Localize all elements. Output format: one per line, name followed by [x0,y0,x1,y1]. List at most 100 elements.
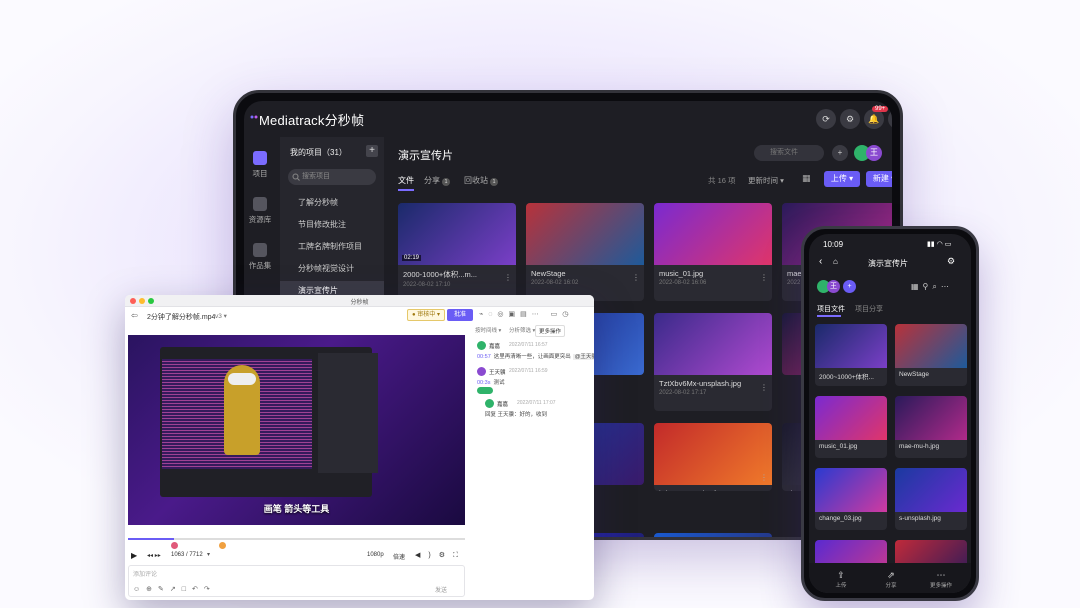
comment-marker[interactable] [171,542,178,549]
avatar [477,367,486,376]
phone-file-card[interactable]: 2000~1000+体积... [815,324,887,386]
status-label: 审核中 [417,312,436,318]
filter-analysis[interactable]: 分析筛选 ▾ [509,326,535,334]
comment-body[interactable]: 回复 王天骥：好的，收到 [485,410,547,418]
video-frame[interactable]: 画笔 箭头等工具 [128,335,465,525]
share-icon: ⇗ [887,570,895,580]
comment-text: 这里再清晰一些，让画面更突出 [493,354,571,360]
tab-label: 文件 [398,176,414,185]
phone-title: 演示宣传片 [868,259,908,268]
speed-select[interactable]: 倍速 [393,552,405,561]
more-icon[interactable]: ⋮ [760,273,768,282]
more-icon[interactable]: ⋮ [760,383,768,392]
status-dropdown[interactable]: ● 审核中 ▾ [407,309,445,321]
file-card[interactable]: music_01.jpg 2022-08-02 16:06 ⋮ [654,203,772,301]
new-button[interactable]: 新建 ▾ [866,171,892,187]
frame-step-icons[interactable]: ◂◂ ▸▸ [147,552,161,559]
file-card[interactable]: jr-korpa-5EedzUfBsA...2022-08-02 17:27⋮ [654,423,772,491]
phone-file-card[interactable]: change_03.jpg [815,468,887,530]
file-name: TztXbv6Mx-unsplash.jpg [659,379,742,388]
comment-body[interactable]: 00:3s 测试 [477,378,504,386]
play-icon[interactable]: ▶ [131,551,137,560]
project-search-input[interactable]: 搜索项目 [288,169,376,185]
file-thumbnail [895,396,967,440]
phone-tab-files[interactable]: 项目文件 [817,304,845,314]
file-card[interactable]: TztXbv6Mx-unsplash.jpg 2022-08-02 17:17 ⋮ [654,313,772,411]
comment-tools[interactable]: ☺⊕✎↗□↶↷ [133,585,216,593]
file-card[interactable]: 02:19 2000-1000+体积...m... 2022-08-02 17:10… [398,203,516,301]
settings-icon[interactable]: ⚙ [947,256,955,267]
rail-item-0[interactable]: 项目 [244,151,276,179]
add-project-button[interactable]: + [366,145,378,157]
file-thumbnail [654,423,772,485]
phone-file-card[interactable]: music_01.jpg [815,396,887,458]
file-name: mae-mu-h.jpg [899,443,940,450]
add-member-icon[interactable]: + [832,145,848,161]
filter-timeline[interactable]: 按时间线 ▾ [475,326,501,334]
vr-headset [228,373,256,385]
sync-icon[interactable]: ⟳ [816,109,836,129]
phone-action-2[interactable]: ⋯ 更多操作 [923,570,959,589]
sidebar-item[interactable]: 工牌名牌制作项目 [280,237,384,257]
more-icon[interactable]: ⋮ [760,473,768,482]
add-member-icon[interactable]: + [843,280,856,293]
tool-icons[interactable]: ⌁◌◎▣▤⋯ ▭◷ [479,310,573,318]
notification-icon[interactable]: 🔔 [864,109,884,129]
file-card[interactable] [654,533,772,537]
file-thumbnail [815,324,887,368]
more-icon[interactable]: ⋮ [504,273,512,282]
file-name: NewStage [531,269,566,278]
phone-action-1[interactable]: ⇗ 分享 [873,570,909,589]
file-card[interactable]: NewStage 2022-08-02 16:02 ⋮ [526,203,644,301]
sidebar-item[interactable]: 分秒帧视觉设计 [280,259,384,279]
comment-marker[interactable] [219,542,226,549]
version-label: v3 [215,313,222,320]
avatar [485,399,494,408]
file-thumbnail [815,468,887,512]
send-button[interactable]: 发送 [435,585,447,594]
phone-file-card[interactable]: NewStage [895,324,967,386]
tab-2[interactable]: 回收站 1 [464,175,498,186]
back-icon[interactable]: ⇦ [131,311,138,320]
settings-icon[interactable]: ⚙ [840,109,860,129]
approve-button[interactable]: 批准 [447,309,473,321]
rail-item-1[interactable]: 资源库 [244,197,276,225]
version-select[interactable]: v3 ▾ [215,312,227,320]
filter-analysis-label: 分析筛选 [509,328,532,334]
phone-tools[interactable]: ▦⚲⌕⋯ [911,282,953,292]
sidebar-item[interactable]: 了解分秒帧 [280,193,384,213]
comment-body[interactable]: 00:57这里再清晰一些，让画面更突出@王天骥 [477,352,594,360]
upload-icon: ⇪ [837,570,845,580]
phone-file-card[interactable]: mae-mu-h.jpg [895,396,967,458]
comment-timecode[interactable]: 00:3s [477,380,490,386]
comment-timecode[interactable]: 00:57 [477,354,491,360]
view-toggle-icon[interactable]: ▦ [802,173,811,184]
brand-logo[interactable]: Mediatrack分秒帧 [250,110,364,129]
file-date: 2022-08-02 16:02 [531,280,579,286]
file-name: music_01.jpg [659,269,704,278]
avatar-wang[interactable]: 王 [866,145,882,161]
help-icon[interactable]: ? [888,109,892,129]
resolution-select[interactable]: 1080p [367,552,384,558]
sort-dropdown[interactable]: 更新时间 ▾ [748,175,784,186]
upload-button[interactable]: 上传 ▾ [824,171,860,187]
phone-tab-share[interactable]: 项目分享 [855,304,883,314]
tab-1[interactable]: 分享 1 [424,175,450,186]
status-time: 10:09 [823,240,844,249]
rail-label: 作品集 [248,261,272,270]
timeline-track[interactable] [128,538,465,540]
sidebar-item[interactable]: 节目修改批注 [280,215,384,235]
file-thumbnail [895,324,967,368]
phone-file-card[interactable]: s-unsplash.jpg [895,468,967,530]
timecode-dropdown-icon[interactable]: ▾ [207,551,210,558]
tab-0[interactable]: 文件 [398,175,414,186]
rail-item-2[interactable]: 作品集 [244,243,276,271]
resolve-toggle[interactable] [477,387,493,394]
comment-input[interactable]: 添加评论 [133,569,157,578]
player-controls[interactable]: ◀)⚙⛶ [415,551,466,560]
file-search-input[interactable]: 搜索文件 [754,145,824,161]
phone-action-0[interactable]: ⇪ 上传 [823,570,859,589]
tab-label: 回收站 [464,176,488,185]
more-icon[interactable]: ⋮ [632,273,640,282]
more-tooltip: 更多操作 [535,325,566,337]
